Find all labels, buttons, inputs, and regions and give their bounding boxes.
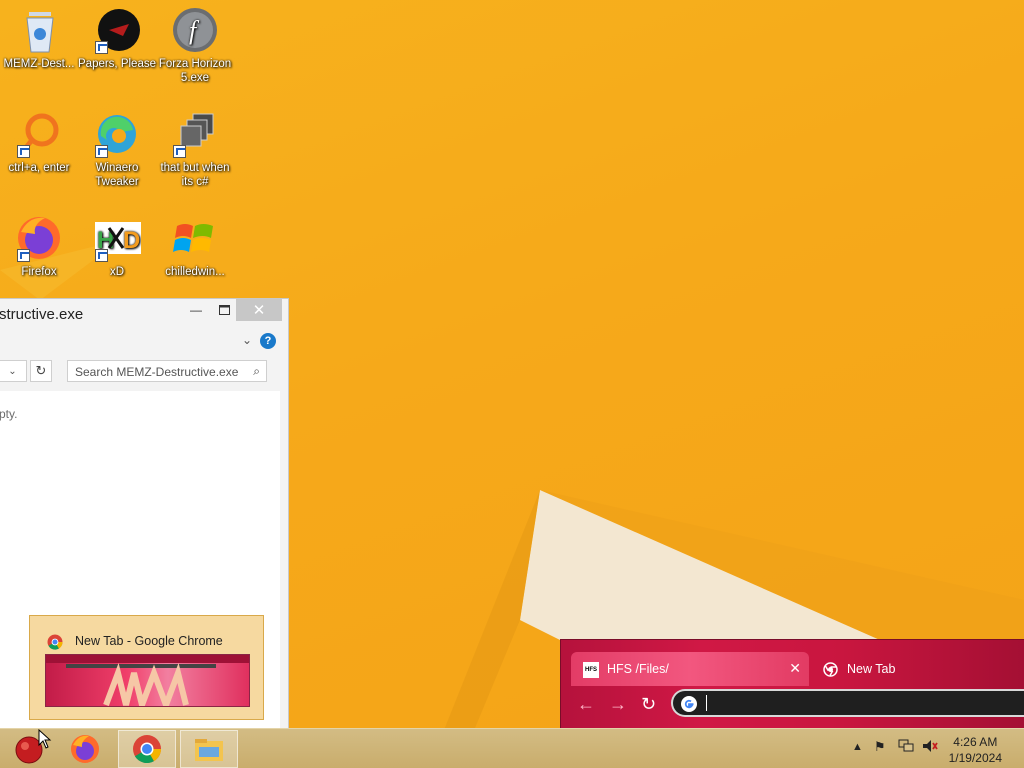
taskbar: ▲ ⚑ 4:26 AM 1/19/2024 <box>0 728 1024 768</box>
network-icon[interactable] <box>898 739 914 756</box>
desktop-icon-csharp[interactable]: that but when its c# <box>156 110 234 189</box>
arrow-right-icon: → <box>609 694 627 714</box>
shortcut-arrow-icon <box>17 249 30 262</box>
explorer-ribbon: ⌄ ? <box>0 329 288 357</box>
hxd-icon: HD <box>93 214 141 262</box>
desktop-icon-papers-please[interactable]: Papers, Please <box>78 6 156 71</box>
papers-please-icon <box>93 6 141 54</box>
tab-label: New Tab <box>847 662 896 676</box>
refresh-button[interactable]: ↻ <box>30 360 52 382</box>
desktop-icon-xd[interactable]: HD xD <box>78 214 156 279</box>
taskbar-file-explorer[interactable] <box>180 730 238 768</box>
chrome-icon <box>47 634 63 653</box>
help-icon[interactable]: ? <box>260 333 276 349</box>
close-button[interactable]: ✕ <box>236 299 282 321</box>
back-button[interactable]: ← <box>577 694 595 715</box>
minimize-icon: — <box>190 303 202 317</box>
desktop-icon-label: xD <box>109 266 125 278</box>
svg-text:D: D <box>123 227 140 254</box>
desktop-icon-ctrl-a[interactable]: ctrl+a, enter <box>0 110 78 175</box>
maximize-icon <box>218 305 230 315</box>
desktop-icon-label: ctrl+a, enter <box>8 162 70 174</box>
tab-new-tab[interactable]: New Tab <box>823 652 1023 686</box>
chrome-window[interactable]: HFS HFS /Files/ ✕ New Tab ← → ↻ <box>560 639 1024 734</box>
system-clock[interactable]: 4:26 AM 1/19/2024 <box>949 734 1002 766</box>
shortcut-arrow-icon <box>173 145 186 158</box>
chrome-icon <box>823 662 838 680</box>
shortcut-arrow-icon <box>95 249 108 262</box>
address-bar[interactable] <box>671 689 1024 717</box>
text-caret <box>706 695 707 711</box>
volume-muted-icon[interactable] <box>922 739 938 756</box>
windows-flag-icon <box>171 214 219 262</box>
desktop-icon-firefox[interactable]: Firefox <box>0 214 78 279</box>
reload-button[interactable]: ↻ <box>641 694 656 715</box>
expand-ribbon-icon[interactable]: ⌄ <box>242 333 252 347</box>
taskbar-thumbnail-preview[interactable]: New Tab - Google Chrome <box>29 615 264 720</box>
maximize-button[interactable] <box>210 299 238 321</box>
address-row: ⌄ ↻ Search MEMZ-Destructive.exe ⌕ <box>0 357 288 389</box>
shortcut-arrow-icon <box>95 41 108 54</box>
flash-icon: f <box>171 6 219 54</box>
explorer-titlebar[interactable]: structive.exe — ✕ <box>0 299 288 329</box>
close-tab-icon[interactable]: ✕ <box>789 660 801 677</box>
file-explorer-icon <box>195 739 223 761</box>
mouse-cursor-icon <box>38 729 52 749</box>
forward-button[interactable]: → <box>609 694 627 715</box>
taskbar-firefox[interactable] <box>56 730 114 768</box>
stacked-windows-icon <box>171 110 219 158</box>
edge-swirl-icon <box>93 110 141 158</box>
recycle-bin-icon <box>15 6 63 54</box>
minimize-button[interactable]: — <box>182 299 210 321</box>
hfs-icon: HFS <box>583 662 599 678</box>
address-dropdown-button[interactable]: ⌄ <box>0 360 27 382</box>
firefox-icon <box>15 214 63 262</box>
clock-date: 1/19/2024 <box>948 751 1002 765</box>
chevron-down-icon: ⌄ <box>8 365 17 377</box>
search-icon[interactable]: ⌕ <box>253 364 260 379</box>
empty-folder-message: pty. <box>0 407 18 421</box>
explorer-title: structive.exe <box>0 306 84 323</box>
orange-ring-icon <box>15 110 63 158</box>
chrome-icon <box>133 735 161 764</box>
desktop-icon-forza[interactable]: f Forza Horizon 5.exe <box>156 6 234 85</box>
action-center-flag-icon[interactable]: ⚑ <box>874 739 886 755</box>
shortcut-arrow-icon <box>95 145 108 158</box>
show-hidden-icons-icon[interactable]: ▲ <box>852 741 863 753</box>
desktop-icon-label: that but when its c# <box>160 162 230 188</box>
search-input[interactable]: Search MEMZ-Destructive.exe ⌕ <box>67 360 267 382</box>
search-placeholder: Search MEMZ-Destructive.exe <box>75 365 239 379</box>
desktop-icon-memz[interactable]: MEMZ-Dest... <box>0 6 78 71</box>
google-g-icon <box>681 696 697 715</box>
tab-label: HFS /Files/ <box>607 662 669 676</box>
desktop-icon-label: MEMZ-Dest... <box>3 58 75 70</box>
firefox-icon <box>71 735 99 763</box>
desktop-icon-label: Papers, Please <box>78 58 156 70</box>
desktop-icon-label: Firefox <box>21 266 57 278</box>
taskbar-chrome[interactable] <box>118 730 176 768</box>
shortcut-arrow-icon <box>17 145 30 158</box>
desktop-icon-label: chilledwin... <box>165 266 225 278</box>
reload-icon: ↻ <box>641 694 657 714</box>
thumbnail-preview-image <box>45 654 250 707</box>
desktop-icon-winaero[interactable]: Winaero Tweaker <box>78 110 156 189</box>
tab-hfs-files[interactable]: HFS HFS /Files/ ✕ <box>571 652 809 686</box>
arrow-left-icon: ← <box>577 694 595 714</box>
desktop-icon-label: Winaero Tweaker <box>95 162 139 188</box>
refresh-icon: ↻ <box>35 363 47 378</box>
clock-time: 4:26 AM <box>953 735 998 749</box>
chrome-toolbar: ← → ↻ <box>561 686 1024 726</box>
desktop-icon-label: Forza Horizon 5.exe <box>158 58 232 84</box>
thumbnail-title: New Tab - Google Chrome <box>75 634 223 648</box>
close-icon: ✕ <box>252 302 266 319</box>
desktop-icon-chilledwin[interactable]: chilledwin... <box>156 214 234 279</box>
